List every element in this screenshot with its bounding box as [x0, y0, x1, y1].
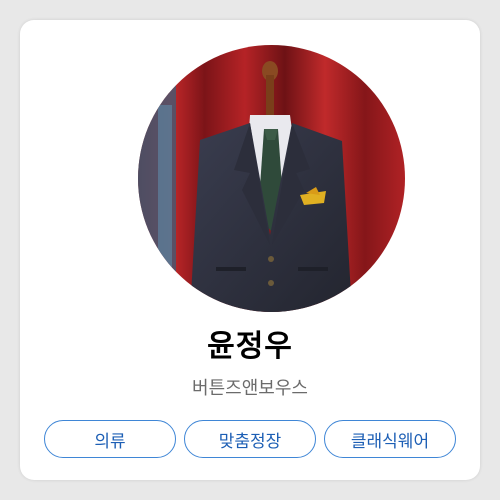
suit-mannequin-image	[138, 45, 405, 312]
tag-button-classic-wear[interactable]: 클래식웨어	[324, 420, 456, 458]
profile-avatar[interactable]	[138, 45, 405, 312]
profile-card: 윤정우 버튼즈앤보우스 의류 맞춤정장 클래식웨어	[20, 20, 480, 480]
tag-list: 의류 맞춤정장 클래식웨어	[44, 420, 456, 458]
tag-button-clothing[interactable]: 의류	[44, 420, 176, 458]
profile-subtitle: 버튼즈앤보우스	[192, 378, 308, 399]
profile-name: 윤정우	[207, 329, 293, 364]
tag-button-custom-suit[interactable]: 맞춤정장	[184, 420, 316, 458]
